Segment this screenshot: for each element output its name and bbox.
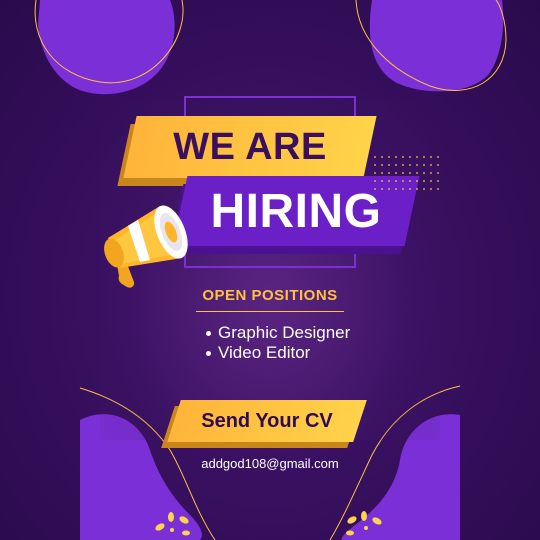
grid-dot: [381, 172, 383, 174]
grid-dot: [374, 172, 376, 174]
grid-dot: [402, 172, 404, 174]
headline-we-are: WE ARE: [173, 125, 327, 168]
grid-dot: [437, 164, 439, 166]
grid-dot: [395, 172, 397, 174]
grid-dot: [388, 172, 390, 174]
grid-dot: [430, 156, 432, 158]
grid-dot: [423, 180, 425, 182]
grid-dot: [395, 180, 397, 182]
list-item: Graphic Designer: [206, 323, 350, 343]
grid-dot: [374, 188, 376, 190]
grid-dot: [395, 156, 397, 158]
grid-dot: [374, 164, 376, 166]
dot-grid-decoration: [374, 156, 439, 190]
grid-dot: [409, 180, 411, 182]
grid-dot: [423, 156, 425, 158]
grid-dot: [388, 164, 390, 166]
headline-hiring: HIRING: [210, 184, 382, 238]
grid-dot: [395, 164, 397, 166]
grid-dot: [430, 180, 432, 182]
grid-dot: [374, 180, 376, 182]
grid-dot: [430, 172, 432, 174]
grid-dot: [402, 164, 404, 166]
grid-dot: [402, 156, 404, 158]
grid-dot: [388, 156, 390, 158]
blob-top-left: [38, 0, 175, 95]
grid-dot: [409, 172, 411, 174]
grid-dot: [402, 180, 404, 182]
grid-dot: [416, 164, 418, 166]
grid-dot: [416, 188, 418, 190]
grid-dot: [430, 188, 432, 190]
grid-dot: [416, 156, 418, 158]
grid-dot: [381, 156, 383, 158]
hiring-poster: WE ARE HIRING OPEN POSITIONS Graphic Des…: [0, 0, 540, 540]
position-label: Video Editor: [218, 343, 311, 362]
megaphone-icon: [104, 205, 188, 288]
blob-top-right: [369, 0, 504, 92]
grid-dot: [409, 164, 411, 166]
grid-dot: [409, 156, 411, 158]
grid-dot: [395, 188, 397, 190]
position-list: Graphic Designer Video Editor: [206, 323, 350, 363]
contact-email[interactable]: addgod108@gmail.com: [170, 456, 370, 471]
grid-dot: [388, 180, 390, 182]
grid-dot: [423, 172, 425, 174]
grid-dot: [381, 164, 383, 166]
grid-dot: [437, 172, 439, 174]
grid-dot: [402, 188, 404, 190]
grid-dot: [374, 156, 376, 158]
position-label: Graphic Designer: [218, 323, 351, 342]
grid-dot: [437, 156, 439, 158]
grid-dot: [409, 188, 411, 190]
open-positions-heading: OPEN POSITIONS: [202, 287, 338, 304]
grid-dot: [381, 180, 383, 182]
grid-dot: [423, 188, 425, 190]
list-item: Video Editor: [206, 343, 350, 363]
heading-underline: [196, 311, 344, 312]
grid-dot: [381, 188, 383, 190]
grid-dot: [388, 188, 390, 190]
send-cv-button[interactable]: Send Your CV: [174, 400, 360, 442]
grid-dot: [416, 172, 418, 174]
grid-dot: [430, 164, 432, 166]
bullet-dot-icon: [206, 330, 211, 336]
grid-dot: [437, 180, 439, 182]
bullet-dot-icon: [206, 350, 211, 356]
grid-dot: [416, 180, 418, 182]
grid-dot: [437, 188, 439, 190]
grid-dot: [423, 164, 425, 166]
